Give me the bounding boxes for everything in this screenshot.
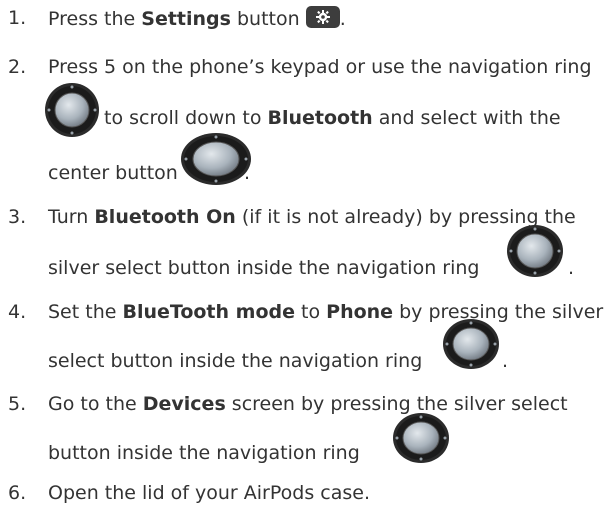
step-number: 4. [8, 301, 27, 323]
step-text: select button inside the navigation ring [48, 350, 423, 372]
step-text: center button [48, 162, 178, 184]
step-text: . [502, 350, 509, 372]
step-text: Set the [48, 301, 123, 323]
step-number: 6. [8, 482, 27, 504]
step-2-line-2 [44, 82, 100, 142]
navigation-ring-icon [442, 318, 500, 370]
step-5-ring [392, 412, 450, 468]
step-4-ring [442, 318, 500, 374]
step-text: to [294, 301, 327, 323]
navigation-ring-icon [506, 224, 564, 278]
navigation-ring-icon [44, 82, 100, 138]
step-text: to scroll down to [104, 107, 268, 129]
bluetooth-label: Bluetooth [267, 107, 373, 129]
step-5-line-2: button inside the navigation ring [48, 441, 360, 465]
step-text: Turn [48, 206, 95, 228]
step-2-period: . [244, 161, 250, 185]
step-3-period: . [568, 256, 574, 280]
step-2-line-3: center button [48, 161, 178, 185]
step-text: button inside the navigation ring [48, 442, 360, 464]
step-number: 5. [8, 393, 27, 415]
bluetooth-mode-label: BlueTooth mode [122, 301, 295, 323]
step-text: . [244, 162, 251, 184]
settings-button-icon [305, 6, 340, 28]
bluetooth-on-label: Bluetooth On [94, 206, 236, 228]
step-text: . [568, 257, 575, 279]
step-text: Open the lid of your AirPods case. [48, 482, 370, 504]
step-number: 1. [8, 7, 27, 29]
gear-icon [315, 10, 330, 24]
step-2-center-button [180, 132, 252, 190]
step-text: Press the [48, 8, 142, 30]
phone-label: Phone [326, 301, 394, 323]
step-text: Press 5 on the phone’s keypad or use the… [48, 56, 592, 78]
navigation-ring-icon [392, 412, 450, 464]
step-4-line-2: select button inside the navigation ring [48, 349, 422, 373]
step-number: 3. [8, 206, 27, 228]
step-3-line-2: silver select button inside the navigati… [48, 256, 480, 280]
step-text: and select with the [372, 107, 561, 129]
settings-label: Settings [141, 8, 231, 30]
navigation-ring-icon [180, 132, 252, 186]
step-text: silver select button inside the navigati… [48, 257, 480, 279]
step-3-ring [506, 224, 564, 282]
step-text: button [230, 8, 300, 30]
step-text: . [339, 8, 346, 30]
step-2-line-2-text: to scroll down to Bluetooth and select w… [104, 106, 561, 130]
devices-label: Devices [142, 393, 226, 415]
step-4-period: . [502, 349, 508, 373]
step-number: 2. [8, 56, 27, 78]
step-text: Go to the [48, 393, 143, 415]
